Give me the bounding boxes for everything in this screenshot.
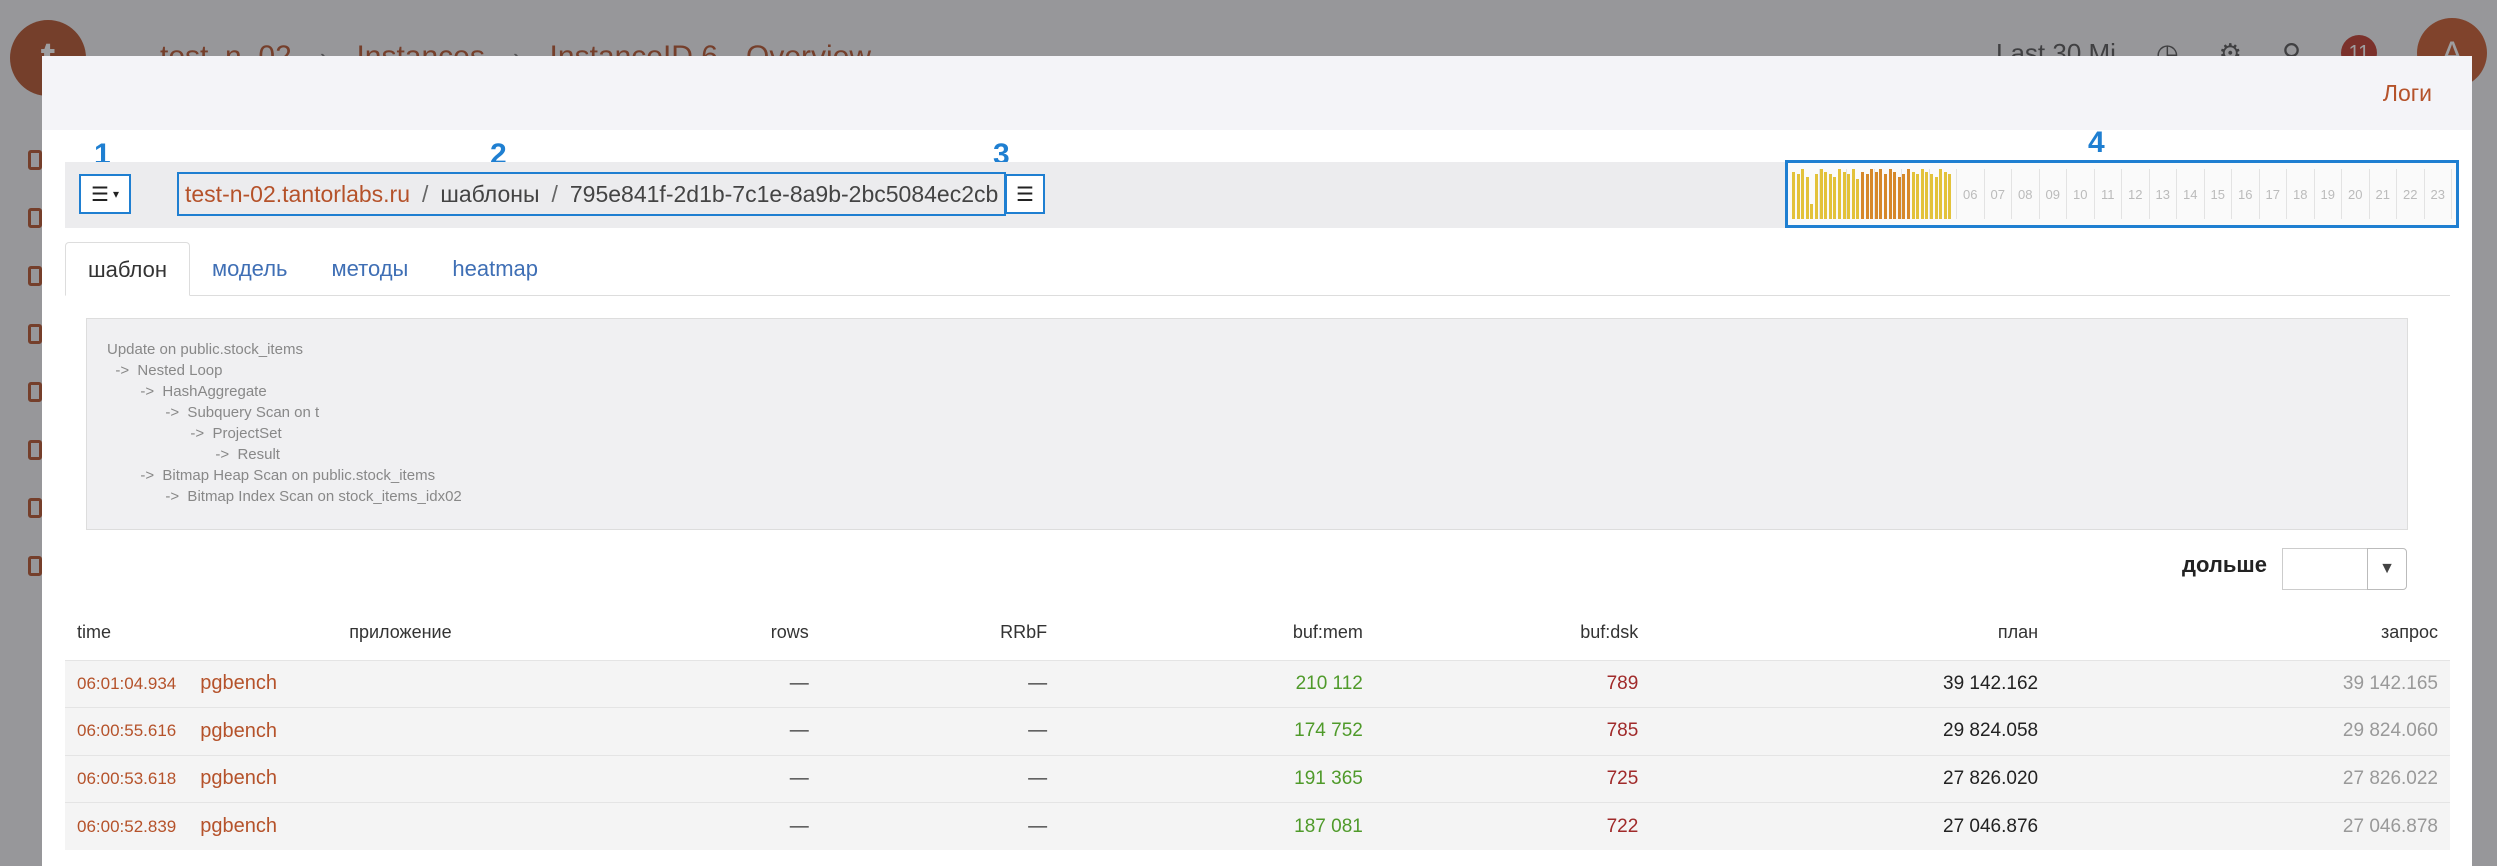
timeline-hour[interactable]: 22 bbox=[2397, 169, 2425, 219]
timeline-hour[interactable]: 08 bbox=[2012, 169, 2040, 219]
breadcrumb-section[interactable]: шаблоны bbox=[440, 181, 539, 208]
timeline-hour[interactable] bbox=[1902, 169, 1930, 219]
column-bufmem[interactable]: buf:mem bbox=[1059, 606, 1375, 660]
column-rrbf[interactable]: RRbF bbox=[821, 606, 1059, 660]
cell-time[interactable]: 06:00:55.616 bbox=[65, 707, 189, 755]
table-row[interactable]: 06:00:55.616 pgbench — — 174 752 785 29 … bbox=[65, 707, 2450, 755]
timeline-hour[interactable]: 14 bbox=[2177, 169, 2205, 219]
cell-plan: 27 046.876 bbox=[1650, 802, 2051, 850]
filter-icon: ▼ bbox=[2379, 560, 2395, 577]
cell-time[interactable]: 06:00:53.618 bbox=[65, 754, 189, 803]
timeline-hour[interactable]: 11 bbox=[2095, 169, 2122, 219]
table-row[interactable]: 06:00:53.618 pgbench — — 191 365 725 27 … bbox=[65, 754, 2450, 803]
timeline-row: 06 07 08 09 10 11 12 13 14 15 16 17 18 19 20 21 22 23 bbox=[1792, 169, 2452, 219]
tab-bar: шаблон модель методы heatmap bbox=[65, 242, 2450, 296]
cell-rows: — bbox=[612, 659, 821, 708]
path-toolbar: ☰ ▾ test-n-02.tantorlabs.ru / шаблоны / … bbox=[65, 160, 2459, 228]
caret-down-icon: ▾ bbox=[112, 187, 119, 201]
breadcrumb: test-n-02.tantorlabs.ru / шаблоны / 795e… bbox=[177, 172, 1007, 216]
timeline-hour[interactable]: 15 bbox=[2205, 169, 2232, 219]
column-time[interactable]: time bbox=[65, 606, 188, 660]
breadcrumb-separator: / bbox=[551, 180, 558, 207]
column-request[interactable]: запрос bbox=[2050, 606, 2450, 660]
timeline-hour[interactable]: 12 bbox=[2122, 169, 2150, 219]
filter-button[interactable]: ▼ bbox=[2367, 548, 2407, 590]
timeline-hour[interactable]: 13 bbox=[2150, 169, 2177, 219]
logs-link[interactable]: Логи bbox=[2383, 80, 2432, 107]
cell-request: 29 824.060 bbox=[2050, 707, 2450, 755]
breadcrumb-host[interactable]: test-n-02.tantorlabs.ru bbox=[185, 181, 410, 208]
list-icon: ☰ bbox=[1016, 183, 1034, 206]
cell-plan: 27 826.020 bbox=[1650, 754, 2051, 803]
annotation-label: 4 bbox=[2088, 126, 2105, 159]
breadcrumb-separator: / bbox=[422, 180, 429, 207]
timeline-hour[interactable]: 19 bbox=[2315, 169, 2342, 219]
timeline-hour[interactable] bbox=[1792, 169, 1820, 219]
cell-rrbf: — bbox=[820, 802, 1060, 850]
hour-timeline[interactable]: 06 07 08 09 10 11 12 13 14 15 16 17 18 19 20 21 22 23 bbox=[1785, 160, 2459, 228]
timeline-hour[interactable]: 16 bbox=[2232, 169, 2260, 219]
table-row[interactable]: 06:01:04.934 pgbench — — 210 112 789 39 … bbox=[65, 659, 2450, 708]
cell-bufdsk: 722 bbox=[1374, 802, 1651, 850]
timeline-hour[interactable] bbox=[1875, 169, 1902, 219]
timeline-hour[interactable] bbox=[1820, 169, 1847, 219]
cell-app[interactable]: pgbench bbox=[188, 659, 613, 708]
cell-bufdsk: 785 bbox=[1374, 707, 1651, 755]
cell-rows: — bbox=[612, 707, 821, 755]
tab-template[interactable]: шаблон bbox=[65, 242, 190, 296]
table-row[interactable]: 06:00:52.839 pgbench — — 187 081 722 27 … bbox=[65, 802, 2450, 850]
query-plan-text: Update on public.stock_items -> Nested L… bbox=[86, 318, 2408, 530]
modal-header: Логи bbox=[42, 56, 2472, 130]
timeline-hour[interactable]: 10 bbox=[2067, 169, 2095, 219]
timeline-hour[interactable]: 07 bbox=[1985, 169, 2012, 219]
cell-bufmem: 210 112 bbox=[1059, 659, 1375, 708]
timeline-hour[interactable]: 21 bbox=[2370, 169, 2397, 219]
cell-rrbf: — bbox=[820, 754, 1060, 803]
timeline-hour[interactable]: 17 bbox=[2260, 169, 2287, 219]
timeline-hour[interactable]: 23 bbox=[2425, 169, 2452, 219]
list-button[interactable]: ☰ bbox=[1005, 174, 1045, 214]
cell-bufdsk: 789 bbox=[1374, 659, 1651, 708]
longer-filter-input[interactable] bbox=[2282, 548, 2368, 590]
cell-bufmem: 174 752 bbox=[1059, 707, 1375, 755]
list-menu-button[interactable]: ☰ ▾ bbox=[79, 174, 131, 214]
breadcrumb-template-id: 795e841f-2d1b-7c1e-8a9b-2bc5084ec2cb bbox=[569, 180, 999, 207]
cell-rrbf: — bbox=[820, 707, 1060, 755]
timeline-hour[interactable]: 06 bbox=[1957, 169, 1985, 219]
timeline-hour[interactable]: 18 bbox=[2287, 169, 2315, 219]
column-rows[interactable]: rows bbox=[613, 606, 821, 660]
cell-app[interactable]: pgbench bbox=[188, 802, 613, 850]
cell-app[interactable]: pgbench bbox=[188, 754, 613, 803]
tab-methods[interactable]: методы bbox=[310, 242, 431, 295]
cell-request: 27 826.022 bbox=[2050, 754, 2450, 803]
timeline-hour[interactable]: 09 bbox=[2040, 169, 2067, 219]
list-icon: ☰ bbox=[91, 183, 109, 206]
cell-rows: — bbox=[612, 802, 821, 850]
cell-request: 27 046.878 bbox=[2050, 802, 2450, 850]
longer-filter-label: дольше bbox=[2182, 552, 2267, 577]
cell-request: 39 142.165 bbox=[2050, 659, 2450, 708]
column-app[interactable]: приложение bbox=[188, 606, 612, 660]
cell-time[interactable]: 06:01:04.934 bbox=[65, 659, 189, 708]
cell-bufmem: 191 365 bbox=[1059, 754, 1375, 803]
column-bufdsk[interactable]: buf:dsk bbox=[1375, 606, 1650, 660]
logs-modal: Логи 1 2 3 4 ☰ ▾ test-n-02.tantorlabs.ru… bbox=[42, 56, 2472, 866]
timeline-hour[interactable]: 20 bbox=[2342, 169, 2370, 219]
cell-app[interactable]: pgbench bbox=[188, 707, 613, 755]
column-plan[interactable]: план bbox=[1650, 606, 2050, 660]
cell-plan: 29 824.058 bbox=[1650, 707, 2051, 755]
cell-bufdsk: 725 bbox=[1374, 754, 1651, 803]
cell-rows: — bbox=[612, 754, 821, 803]
tab-model[interactable]: модель bbox=[190, 242, 310, 295]
cell-rrbf: — bbox=[820, 659, 1060, 708]
cell-time[interactable]: 06:00:52.839 bbox=[65, 802, 189, 850]
timeline-hour[interactable] bbox=[1847, 169, 1875, 219]
tab-heatmap[interactable]: heatmap bbox=[430, 242, 560, 295]
cell-bufmem: 187 081 bbox=[1059, 802, 1375, 850]
timeline-hour[interactable] bbox=[1930, 169, 1957, 219]
queries-table: time приложение rows RRbF buf:mem buf:ds… bbox=[65, 606, 2450, 850]
table-header-row: time приложение rows RRbF buf:mem buf:ds… bbox=[65, 606, 2450, 660]
cell-plan: 39 142.162 bbox=[1650, 659, 2051, 708]
